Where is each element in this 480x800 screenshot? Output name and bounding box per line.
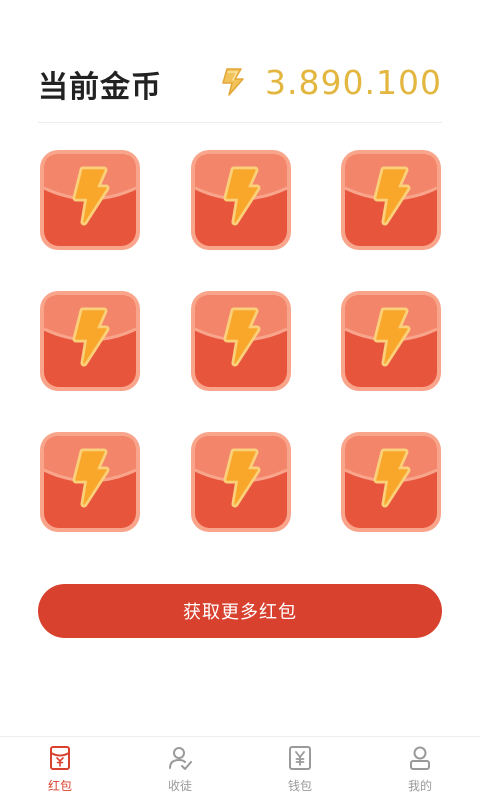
- red-envelope-icon: [191, 432, 291, 532]
- lightning-coin-icon: [219, 67, 245, 97]
- red-envelope-7[interactable]: [38, 430, 142, 534]
- red-envelope-icon: [40, 150, 140, 250]
- get-more-envelopes-button[interactable]: 获取更多红包: [38, 584, 442, 638]
- red-envelope-1[interactable]: [38, 148, 142, 252]
- bottom-tab-bar: 红包 收徒 钱包 我的: [0, 736, 480, 800]
- divider: [38, 122, 442, 123]
- red-envelope-icon: [40, 291, 140, 391]
- red-envelope-icon: [191, 291, 291, 391]
- page-title: 当前金币: [38, 70, 162, 105]
- user-check-icon: [168, 745, 192, 771]
- coin-balance: 3.890.100: [219, 58, 442, 106]
- red-envelope-2[interactable]: [189, 148, 293, 252]
- tab-wallet[interactable]: 钱包: [240, 737, 360, 800]
- coin-balance-value: 3.890.100: [265, 62, 442, 102]
- tab-apprentice[interactable]: 收徒: [120, 737, 240, 800]
- red-envelope-icon: [341, 150, 441, 250]
- tab-label: 红包: [47, 779, 72, 793]
- header: 当前金币 3.890.100: [38, 58, 442, 106]
- wallet-yen-icon: [288, 745, 312, 771]
- tab-mine[interactable]: 我的: [360, 737, 480, 800]
- red-envelope-icon: [341, 291, 441, 391]
- red-envelope-tab-icon: [48, 745, 72, 771]
- tab-label: 钱包: [287, 779, 312, 793]
- tab-label: 我的: [407, 779, 432, 793]
- tab-label: 收徒: [167, 779, 192, 793]
- red-envelope-icon: [341, 432, 441, 532]
- user-icon: [408, 745, 432, 771]
- red-envelope-9[interactable]: [339, 430, 443, 534]
- red-envelope-4[interactable]: [38, 289, 142, 393]
- red-envelope-5[interactable]: [189, 289, 293, 393]
- red-envelope-icon: [191, 150, 291, 250]
- red-envelope-8[interactable]: [189, 430, 293, 534]
- red-envelope-3[interactable]: [339, 148, 443, 252]
- red-envelope-6[interactable]: [339, 289, 443, 393]
- red-envelope-icon: [40, 432, 140, 532]
- tab-red-envelope[interactable]: 红包: [0, 737, 120, 800]
